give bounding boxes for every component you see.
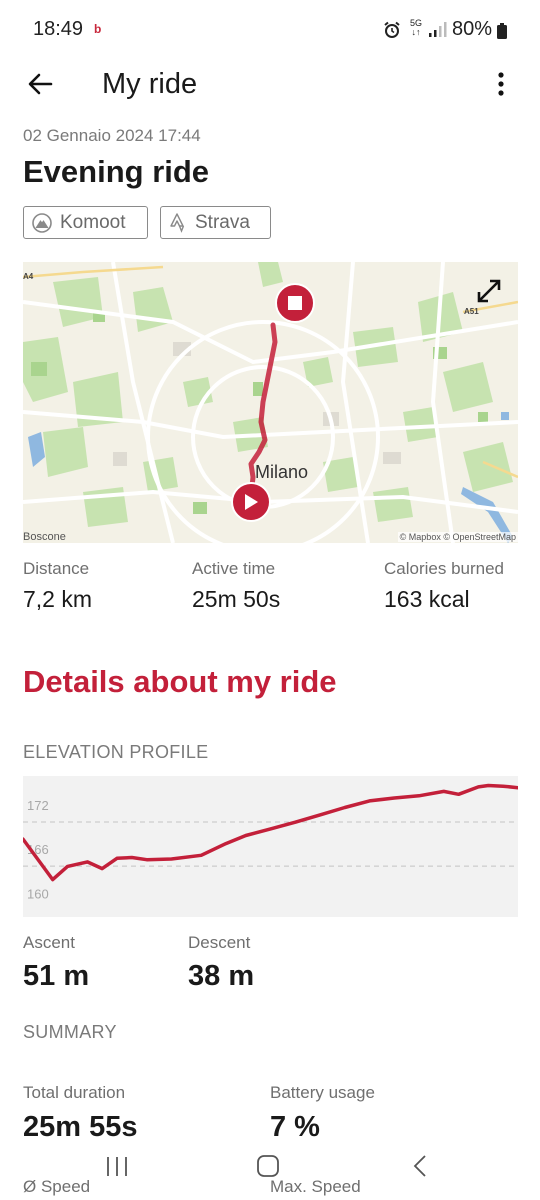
alarm-icon: [384, 21, 400, 38]
komoot-chip[interactable]: Komoot: [23, 206, 148, 239]
ascent-label: Ascent: [23, 933, 75, 952]
city-label: Milano: [255, 462, 309, 482]
stop-icon: [288, 296, 302, 310]
status-bar: 18:49 b 5G ↓↑ 80%: [0, 0, 540, 62]
status-time: 18:49: [33, 18, 84, 40]
ascent-value: 51 m: [23, 960, 90, 992]
komoot-icon: [32, 212, 52, 233]
details-heading: Details about my ride: [23, 664, 337, 699]
active-time-label: Active time: [192, 559, 276, 578]
map-attribution[interactable]: © Mapbox © OpenStreetMap: [397, 532, 518, 542]
route-map[interactable]: A4 A51 Milano Boscone © Mapbox © OpenStr…: [23, 262, 518, 543]
total-duration-label: Total duration: [23, 1083, 126, 1102]
home-icon[interactable]: [248, 1152, 288, 1182]
battery-percent: 80%: [452, 18, 493, 40]
komoot-label: Komoot: [60, 211, 126, 233]
descent-label: Descent: [188, 933, 251, 952]
calories-label: Calories burned: [384, 559, 505, 578]
back-button[interactable]: [22, 66, 58, 102]
battery-usage-value: 7 %: [270, 1111, 320, 1143]
expand-map-icon[interactable]: [474, 276, 504, 306]
elevation-tick-label: 160: [27, 886, 49, 901]
signal-icon: [429, 22, 447, 37]
recents-icon[interactable]: [97, 1152, 137, 1182]
more-vertical-icon: [498, 72, 504, 96]
road-label-a4: A4: [23, 272, 34, 281]
more-options-button[interactable]: [486, 66, 516, 102]
ride-name: Evening ride: [23, 154, 210, 189]
arrow-left-icon: [28, 73, 53, 95]
end-marker: [275, 283, 315, 323]
summary-heading: SUMMARY: [23, 1022, 117, 1042]
notification-icon: b: [94, 22, 102, 36]
distance-value: 7,2 km: [23, 586, 93, 612]
network-5g-icon: 5G ↓↑: [409, 18, 422, 37]
road-label-a51: A51: [464, 307, 479, 316]
active-time-value: 25m 50s: [192, 586, 281, 612]
strava-chip[interactable]: Strava: [160, 206, 271, 239]
strava-icon: [170, 212, 185, 233]
area-label: Boscone: [23, 531, 66, 543]
total-duration-value: 25m 55s: [23, 1111, 138, 1143]
back-nav-icon[interactable]: [400, 1152, 440, 1182]
strava-label: Strava: [195, 211, 250, 233]
elevation-chart: 160 166 172: [23, 776, 518, 917]
ride-date: 02 Gennaio 2024 17:44: [23, 126, 201, 145]
elevation-line: [23, 783, 518, 882]
elevation-svg: 160166172: [23, 783, 518, 901]
battery-icon: [497, 23, 507, 39]
calories-value: 163 kcal: [384, 586, 470, 612]
page-title: My ride: [102, 68, 198, 100]
elevation-tick-label: 172: [27, 798, 49, 813]
distance-label: Distance: [23, 559, 90, 578]
descent-value: 38 m: [188, 960, 255, 992]
battery-usage-label: Battery usage: [270, 1083, 375, 1102]
elevation-heading: ELEVATION PROFILE: [23, 742, 209, 762]
start-marker: [231, 482, 271, 522]
play-icon: [245, 494, 258, 510]
avg-speed-label: Ø Speed: [23, 1177, 91, 1196]
